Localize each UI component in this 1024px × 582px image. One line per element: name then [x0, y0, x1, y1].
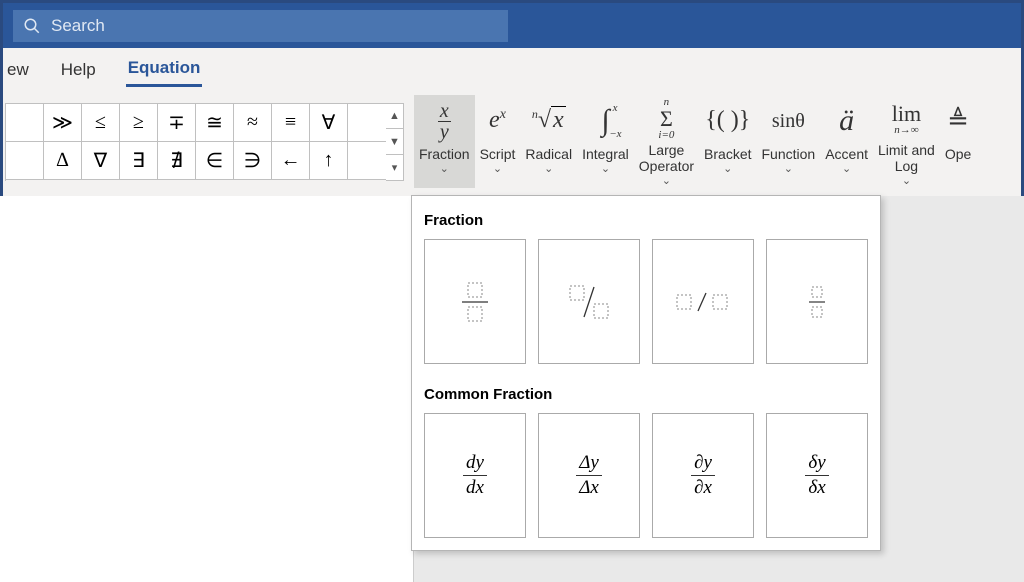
fraction-numerator: dy	[463, 452, 487, 476]
symbol-cell[interactable]: ∆	[44, 142, 82, 180]
symbol-cell[interactable]: ∃	[120, 142, 158, 180]
limit-log-label: Limit and Log	[878, 142, 935, 174]
limit-log-button[interactable]: limn→∞ Limit and Log ⌄	[873, 95, 940, 188]
symbol-cell[interactable]	[6, 142, 44, 180]
operator-label: Ope	[945, 146, 971, 162]
gallery-scroll-up[interactable]: ▲	[386, 103, 404, 130]
function-button[interactable]: sinθ Function ⌄	[757, 95, 821, 188]
fraction-numerator: Δy	[576, 452, 602, 476]
large-operator-icon: nΣi=0	[658, 97, 674, 141]
chevron-down-icon: ⌄	[493, 163, 502, 176]
bracket-button[interactable]: {( )} Bracket ⌄	[699, 95, 756, 188]
symbol-cell[interactable]: ∄	[158, 142, 196, 180]
fraction-icon: xy	[438, 97, 451, 145]
search-input[interactable]	[51, 16, 498, 36]
fraction-denominator: dx	[463, 476, 487, 499]
symbol-cell[interactable]: ←	[272, 142, 310, 180]
fraction-tile-skewed[interactable]	[538, 239, 640, 364]
symbol-cell[interactable]: ∀	[310, 104, 348, 142]
search-box[interactable]	[13, 10, 508, 42]
fraction-denominator: Δx	[576, 476, 602, 499]
common-fraction-partial[interactable]: ∂y∂x	[652, 413, 754, 538]
fraction-tile-stacked[interactable]	[424, 239, 526, 364]
symbol-cell[interactable]: ≡	[272, 104, 310, 142]
function-icon: sinθ	[772, 97, 805, 145]
large-operator-button[interactable]: nΣi=0 Large Operator ⌄	[634, 95, 699, 188]
chevron-down-icon: ⌄	[842, 163, 851, 176]
tab-view[interactable]: ew	[3, 54, 31, 86]
symbol-cell[interactable]: ∇	[82, 142, 120, 180]
radical-icon: n√x	[532, 97, 566, 145]
document-page[interactable]	[0, 196, 414, 582]
script-icon: ex	[489, 97, 506, 145]
fraction-label: Fraction	[419, 146, 470, 162]
function-label: Function	[762, 146, 816, 162]
chevron-down-icon: ⌄	[723, 163, 732, 176]
gallery-scroll-down[interactable]: ▼	[386, 129, 404, 155]
fraction-button[interactable]: xy Fraction ⌄	[414, 95, 475, 188]
symbol-cell[interactable]: ≤	[82, 104, 120, 142]
fraction-numerator: ∂y	[691, 452, 715, 476]
chevron-down-icon: ⌄	[440, 163, 449, 176]
symbol-cell[interactable]: ≅	[196, 104, 234, 142]
symbol-cell[interactable]	[348, 142, 386, 180]
search-icon	[23, 17, 41, 35]
symbol-cell[interactable]: ≫	[44, 104, 82, 142]
bracket-label: Bracket	[704, 146, 751, 162]
integral-icon: ∫x−x	[601, 97, 609, 145]
chevron-down-icon: ⌄	[544, 163, 553, 176]
integral-label: Integral	[582, 146, 629, 162]
operator-button[interactable]: ≜ Ope	[940, 95, 976, 188]
script-label: Script	[480, 146, 516, 162]
script-button[interactable]: ex Script ⌄	[475, 95, 521, 188]
symbol-gallery: ≫ ≤ ≥ ∓ ≅ ≈ ≡ ∀ ∆ ∇ ∃ ∄ ∈ ∋ ← ↑	[5, 103, 386, 181]
symbol-cell[interactable]: ≥	[120, 104, 158, 142]
fraction-section-header: Fraction	[424, 212, 868, 229]
common-fraction-section-header: Common Fraction	[424, 386, 868, 403]
symbol-cell[interactable]: ∓	[158, 104, 196, 142]
symbol-cell[interactable]: ∋	[234, 142, 272, 180]
symbol-cell[interactable]	[6, 104, 44, 142]
radical-label: Radical	[525, 146, 572, 162]
chevron-down-icon: ⌄	[601, 163, 610, 176]
operator-icon: ≜	[947, 97, 969, 145]
gallery-expand[interactable]: ▾	[386, 155, 404, 181]
accent-button[interactable]: ä Accent ⌄	[820, 95, 873, 188]
common-fraction-dy-dx[interactable]: dydx	[424, 413, 526, 538]
fraction-dropdown: Fraction Common Fraction dydx ΔyΔx ∂y∂x …	[411, 195, 881, 551]
fraction-numerator: δy	[805, 452, 828, 476]
title-bar	[3, 3, 1021, 48]
tab-help[interactable]: Help	[59, 54, 98, 86]
integral-button[interactable]: ∫x−x Integral ⌄	[577, 95, 634, 188]
symbol-gallery-scroll: ▲ ▼ ▾	[386, 103, 404, 181]
chevron-down-icon: ⌄	[902, 175, 911, 188]
ribbon: ≫ ≤ ≥ ∓ ≅ ≈ ≡ ∀ ∆ ∇ ∃ ∄ ∈ ∋ ← ↑ ▲ ▼ ▾	[3, 91, 1021, 199]
chevron-down-icon: ⌄	[662, 175, 671, 188]
fraction-denominator: δx	[805, 476, 828, 499]
fraction-tile-linear[interactable]	[652, 239, 754, 364]
common-fraction-variation[interactable]: δyδx	[766, 413, 868, 538]
symbol-cell[interactable]: ≈	[234, 104, 272, 142]
bracket-icon: {( )}	[705, 97, 750, 145]
symbol-cell[interactable]: ∈	[196, 142, 234, 180]
structure-buttons: xy Fraction ⌄ ex Script ⌄ n√x Radical ⌄ …	[414, 95, 976, 188]
limit-log-icon: limn→∞	[892, 97, 921, 141]
radical-button[interactable]: n√x Radical ⌄	[520, 95, 577, 188]
fraction-tile-small[interactable]	[766, 239, 868, 364]
chevron-down-icon: ⌄	[784, 163, 793, 176]
ribbon-tabs: ew Help Equation	[3, 48, 1021, 91]
accent-icon: ä	[839, 97, 854, 145]
large-operator-label: Large Operator	[639, 142, 694, 174]
fraction-denominator: ∂x	[691, 476, 715, 499]
tab-equation[interactable]: Equation	[126, 52, 203, 87]
common-fraction-delta[interactable]: ΔyΔx	[538, 413, 640, 538]
symbol-cell[interactable]	[348, 104, 386, 142]
symbol-cell[interactable]: ↑	[310, 142, 348, 180]
accent-label: Accent	[825, 146, 868, 162]
